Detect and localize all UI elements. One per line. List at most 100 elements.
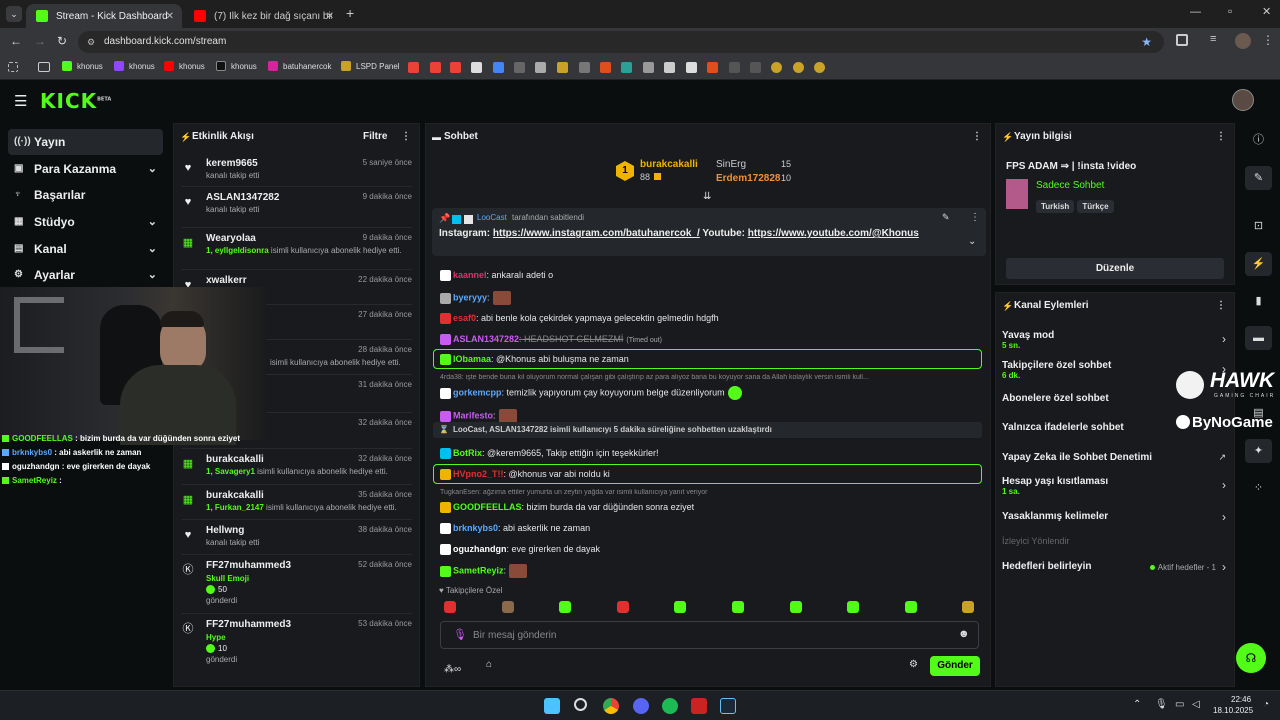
chat-username[interactable]: gorkemcpp: [453, 387, 502, 397]
bookmark-khonus-kick[interactable]: khonus: [62, 61, 103, 71]
pinned-by-user[interactable]: LooCast: [477, 213, 507, 222]
channel-action-row[interactable]: Yapay Zeka ile Sohbet Denetimi ↗: [1002, 452, 1228, 476]
extensions-icon[interactable]: [1176, 34, 1188, 46]
bookmark-khonus-twitch[interactable]: khonus: [114, 61, 155, 71]
tab-search-icon[interactable]: ⌄: [6, 6, 22, 22]
bookmark-icon[interactable]: [493, 62, 504, 73]
emote-icon[interactable]: [559, 601, 572, 613]
bookmark-icon[interactable]: [471, 62, 482, 73]
more-options-icon[interactable]: ⋮: [1216, 293, 1226, 319]
microphone-icon[interactable]: 🎙: [1155, 699, 1168, 710]
info-icon[interactable]: ⓘ: [1245, 128, 1272, 152]
tray-chevron-icon[interactable]: ⌃: [1133, 699, 1141, 710]
bookmark-icon[interactable]: [643, 62, 654, 73]
chat-username[interactable]: HVpno2_T!!: [453, 469, 504, 479]
chat-settings-icon[interactable]: ⚙: [909, 659, 918, 670]
site-info-icon[interactable]: ⚙: [87, 31, 95, 53]
quick-actions-icon[interactable]: ⚡: [1245, 252, 1272, 276]
channel-action-row[interactable]: Hesap yaşı kısıtlaması 1 sa. ›: [1002, 476, 1228, 500]
chat-username[interactable]: kaannel: [453, 270, 487, 280]
chat-message[interactable]: GOODFEELLAS: bizim burda da var düğünden…: [440, 502, 980, 514]
volume-icon[interactable]: ◁: [1192, 699, 1200, 710]
nav-basarilar[interactable]: ♆ Başarılar: [8, 182, 163, 208]
reload-icon[interactable]: ↻: [57, 34, 67, 48]
leader-name[interactable]: burakcakalli: [640, 159, 698, 170]
chat-username[interactable]: ASLAN1347282: [453, 334, 519, 344]
app-icon[interactable]: [691, 698, 707, 714]
youtube-link[interactable]: https://www.youtube.com/@Khonus: [748, 228, 919, 239]
channel-action-row[interactable]: İzleyici Yönlendir: [1002, 536, 1228, 560]
steam-icon[interactable]: [720, 698, 736, 714]
nav-kanal[interactable]: ▤ Kanal ⌄: [8, 236, 163, 262]
bookmark-icon[interactable]: [750, 62, 761, 73]
minimize-icon[interactable]: —: [1190, 6, 1201, 18]
chat-message[interactable]: Marifesto:: [440, 409, 980, 423]
chat-message[interactable]: byeryyy:: [440, 291, 980, 305]
user-avatar[interactable]: [1232, 89, 1254, 111]
leader-name[interactable]: Erdem172828: [716, 173, 781, 184]
gift-recipient[interactable]: 1, eyllgeldisonra: [206, 246, 269, 255]
chat-message[interactable]: esaf0: abi benle kola çekirdek yapmaya g…: [440, 313, 980, 325]
search-icon[interactable]: [574, 698, 587, 711]
notification-icon[interactable]: ◔: [1263, 699, 1269, 710]
bookmark-batuhanercok[interactable]: batuhanercok: [268, 61, 331, 71]
close-tab-icon[interactable]: ✕: [166, 11, 174, 22]
chat-username[interactable]: lObamaa: [453, 354, 491, 364]
chat-username[interactable]: byeryyy: [453, 292, 487, 302]
channel-action-row[interactable]: Hedefleri belirleyin Aktif hedefler - 1 ›: [1002, 560, 1228, 585]
hamburger-menu-icon[interactable]: ☰: [14, 92, 27, 110]
tab-kick-dashboard[interactable]: Stream - Kick Dashboard ✕: [26, 4, 182, 28]
close-window-icon[interactable]: ✕: [1262, 5, 1271, 18]
chat-username[interactable]: esaf0: [453, 313, 476, 323]
activity-username[interactable]: Wearyolaa: [206, 233, 256, 244]
chat-message[interactable]: HVpno2_T!!: @khonus var abi noldu ki: [440, 469, 980, 481]
more-options-icon[interactable]: ⋮: [401, 124, 411, 150]
chat-message[interactable]: ASLAN1347282: HEADSHOT GELMEZMİ (Timed ou…: [440, 334, 980, 346]
gmail-icon[interactable]: [430, 62, 441, 73]
nav-yayin[interactable]: ((·)) Yayın: [8, 129, 163, 155]
new-tab-icon[interactable]: +: [346, 5, 354, 21]
folder-icon[interactable]: [38, 62, 50, 72]
gmail-icon[interactable]: [408, 62, 419, 73]
apps-icon[interactable]: ⁘: [1245, 476, 1272, 500]
chat-icon[interactable]: ▬: [1245, 326, 1272, 350]
bookmark-icon[interactable]: [814, 62, 825, 73]
nav-studyo[interactable]: ▦ Stüdyo ⌄: [8, 209, 163, 235]
chat-message[interactable]: kaannel: ankaralı adeti o: [440, 270, 980, 282]
more-options-icon[interactable]: ⋮: [1216, 124, 1226, 150]
bookmark-icon[interactable]: [557, 62, 568, 73]
activity-username[interactable]: kerem9665: [206, 158, 258, 169]
restore-icon[interactable]: ▫: [1228, 4, 1232, 18]
profile-avatar[interactable]: [1235, 33, 1251, 49]
unpin-icon[interactable]: ✎: [942, 212, 950, 223]
bits-icon[interactable]: ⁂∞: [444, 664, 461, 675]
chat-username[interactable]: BotRix: [453, 448, 482, 458]
channel-action-row[interactable]: Yasaklanmış kelimeler ›: [1002, 510, 1228, 535]
emote-icon[interactable]: [847, 601, 860, 613]
more-options-icon[interactable]: ⋮: [970, 212, 980, 223]
edit-pencil-icon[interactable]: ✎: [1245, 166, 1272, 190]
chat-message[interactable]: BotRix: @kerem9665, Takip ettiğin için t…: [440, 448, 980, 460]
activity-username[interactable]: FF27muhammed3: [206, 619, 291, 630]
expand-chevron-icon[interactable]: ⌄: [968, 236, 976, 247]
back-icon[interactable]: ←: [10, 34, 22, 48]
activity-username[interactable]: ASLAN1347282: [206, 192, 279, 203]
activity-username[interactable]: xwalkerr: [206, 275, 247, 286]
bookmark-icon[interactable]: [579, 62, 590, 73]
more-options-icon[interactable]: ⋮: [972, 124, 982, 150]
spotify-icon[interactable]: [662, 698, 678, 714]
bookmark-icon[interactable]: [514, 62, 525, 73]
emote-icon[interactable]: [616, 601, 629, 613]
edit-stream-button[interactable]: Düzenle: [1006, 258, 1224, 279]
gmail-icon[interactable]: [450, 62, 461, 73]
chat-username[interactable]: brknkybs0: [453, 523, 498, 533]
emote-icon[interactable]: [732, 601, 744, 613]
chat-input-box[interactable]: 🎙 Bir mesaj gönderin ☻: [440, 621, 979, 649]
url-field[interactable]: ⚙ dashboard.kick.com/stream ★: [78, 31, 1164, 53]
emote-icon[interactable]: [444, 601, 456, 613]
bookmark-icon[interactable]: [600, 62, 611, 73]
clock-time[interactable]: 22:46: [1231, 695, 1251, 704]
tab-youtube[interactable]: (7) İlk kez bir dağ sıçanı bir fırçı ✕: [184, 4, 342, 28]
forward-icon[interactable]: →: [34, 34, 46, 48]
capture-icon[interactable]: ⊡: [1245, 214, 1272, 238]
